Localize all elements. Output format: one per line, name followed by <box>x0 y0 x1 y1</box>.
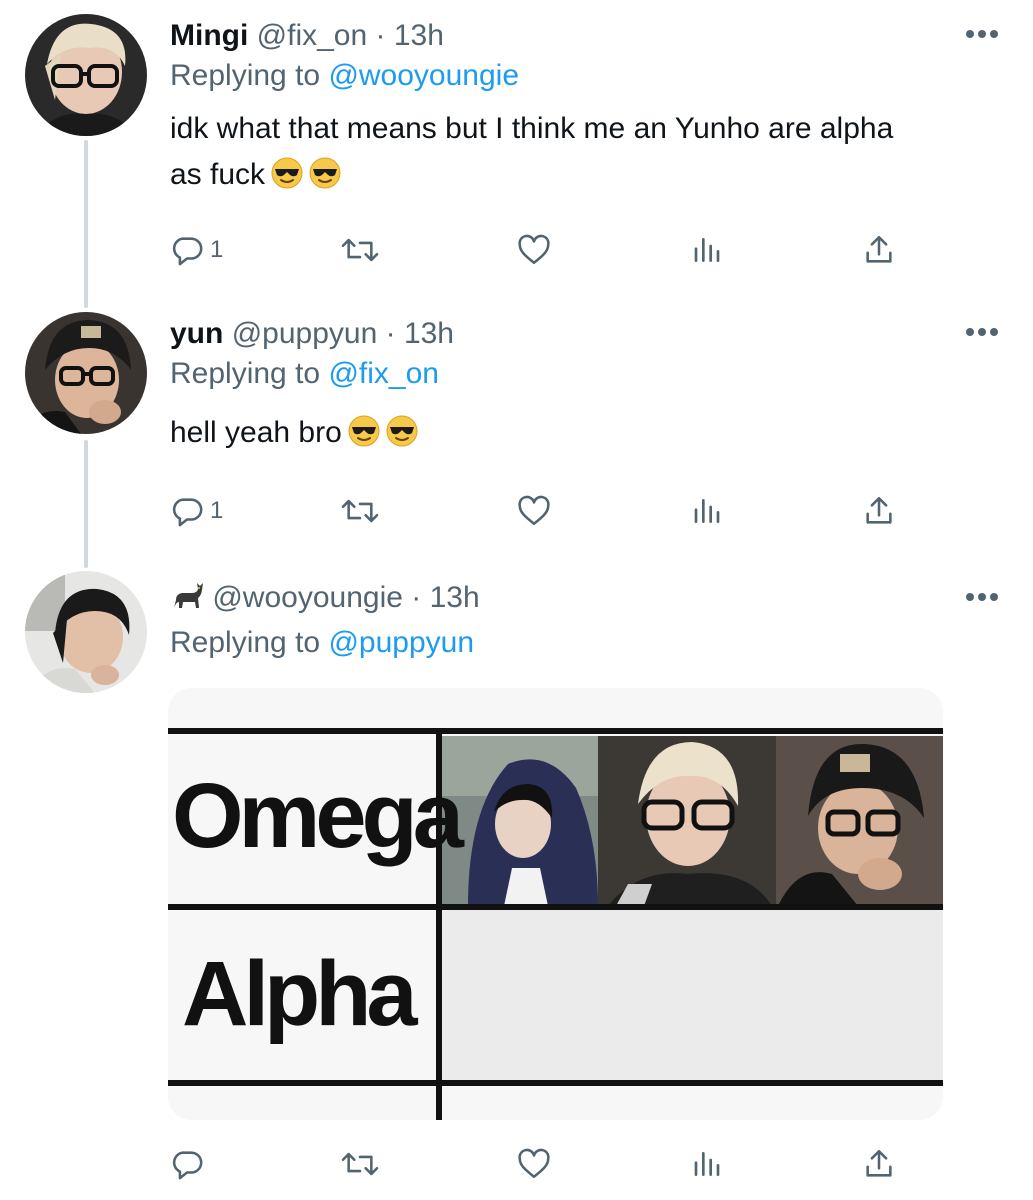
tweet-text: hell yeah bro <box>170 410 1000 456</box>
photo-1 <box>442 736 598 906</box>
reply-count: 1 <box>210 497 224 524</box>
replying-to-label: Replying to <box>170 626 321 659</box>
tweet-media-image[interactable]: Omega Alpha <box>168 688 943 1120</box>
replying-to-mention[interactable]: @fix_on <box>328 357 439 390</box>
share-button[interactable] <box>862 225 896 275</box>
like-icon <box>518 1148 550 1179</box>
tweet-text-line-with-emoji: as fuck <box>170 152 1000 198</box>
retweet-button[interactable] <box>340 1139 380 1189</box>
user-handle[interactable]: @wooyoungie <box>212 581 403 614</box>
avatar-wooyoungie[interactable] <box>25 571 147 693</box>
photo-3 <box>776 736 943 906</box>
tweet-text-line: as fuck <box>170 158 266 191</box>
meme-grid <box>168 688 943 1120</box>
analytics-icon <box>694 499 720 523</box>
reply-button[interactable] <box>170 1139 204 1189</box>
separator-dot: · <box>411 581 422 614</box>
reply-count: 1 <box>210 236 224 263</box>
tweet-text: idk what that means but I think me an Yu… <box>170 106 1000 198</box>
retweet-icon <box>341 499 379 523</box>
tweet-header: yun @puppyun · 13h <box>170 314 454 354</box>
tweet-yun[interactable]: yun @puppyun · 13h Replying to @fix_on h… <box>0 300 1033 565</box>
reply-icon <box>172 1151 203 1180</box>
sunglasses-emoji <box>271 157 303 189</box>
timestamp[interactable]: 13h <box>404 317 454 350</box>
sunglasses-emoji <box>386 415 418 447</box>
share-button[interactable] <box>862 1139 896 1189</box>
avatar-yun[interactable] <box>25 312 147 434</box>
tweet-mingi[interactable]: Mingi @fix_on · 13h Replying to @wooyoun… <box>0 0 1033 300</box>
separator-dot: · <box>385 317 396 350</box>
like-button[interactable] <box>516 225 552 275</box>
retweet-button[interactable] <box>340 486 380 536</box>
like-icon <box>518 234 550 265</box>
analytics-button[interactable] <box>692 1139 724 1189</box>
more-icon[interactable] <box>962 24 1002 44</box>
share-icon <box>866 1149 892 1177</box>
user-handle[interactable]: @puppyun <box>232 317 378 350</box>
tweet-actions: 1 <box>170 486 930 536</box>
retweet-icon <box>341 1152 379 1176</box>
analytics-button[interactable] <box>692 225 724 275</box>
display-name[interactable]: yun <box>170 317 223 350</box>
sunglasses-emoji <box>309 157 341 189</box>
replying-to-mention[interactable]: @wooyoungie <box>328 59 519 92</box>
timestamp[interactable]: 13h <box>394 19 444 52</box>
reply-button[interactable]: 1 <box>170 225 223 275</box>
reply-icon <box>172 237 203 266</box>
replying-to-line: Replying to @fix_on <box>170 354 439 394</box>
tweet-header: @wooyoungie · 13h <box>170 578 480 618</box>
like-button[interactable] <box>516 486 552 536</box>
tweet-actions <box>170 1139 930 1189</box>
share-icon <box>866 235 892 263</box>
sunglasses-emoji <box>348 415 380 447</box>
replying-to-label: Replying to <box>170 357 321 390</box>
like-button[interactable] <box>516 1139 552 1189</box>
user-handle[interactable]: @fix_on <box>257 19 368 52</box>
analytics-button[interactable] <box>692 486 724 536</box>
tweet-text-line: idk what that means but I think me an Yu… <box>170 112 894 145</box>
tweet-header: Mingi @fix_on · 13h <box>170 16 444 56</box>
more-icon[interactable] <box>962 587 1002 607</box>
reply-button[interactable]: 1 <box>170 486 223 536</box>
like-icon <box>518 495 550 526</box>
tweet-actions: 1 <box>170 225 930 275</box>
replying-to-line: Replying to @puppyun <box>170 623 474 663</box>
more-icon[interactable] <box>962 322 1002 342</box>
replying-to-mention[interactable]: @puppyun <box>328 626 474 659</box>
share-icon <box>866 496 892 524</box>
retweet-icon <box>341 238 379 262</box>
meme-label-alpha: Alpha <box>182 943 418 1045</box>
meme-label-omega: Omega <box>172 765 464 867</box>
reply-icon <box>172 498 203 527</box>
replying-to-label: Replying to <box>170 59 321 92</box>
replying-to-line: Replying to @wooyoungie <box>170 56 519 96</box>
photo-2 <box>598 736 776 906</box>
display-name[interactable]: Mingi <box>170 19 248 52</box>
tweet-text-line: hell yeah bro <box>170 416 342 449</box>
avatar-mingi[interactable] <box>25 14 147 136</box>
timestamp[interactable]: 13h <box>430 581 480 614</box>
analytics-icon <box>694 238 720 262</box>
separator-dot: · <box>375 19 386 52</box>
share-button[interactable] <box>862 486 896 536</box>
cat-icon <box>174 583 203 608</box>
retweet-button[interactable] <box>340 225 380 275</box>
analytics-icon <box>694 1152 720 1176</box>
